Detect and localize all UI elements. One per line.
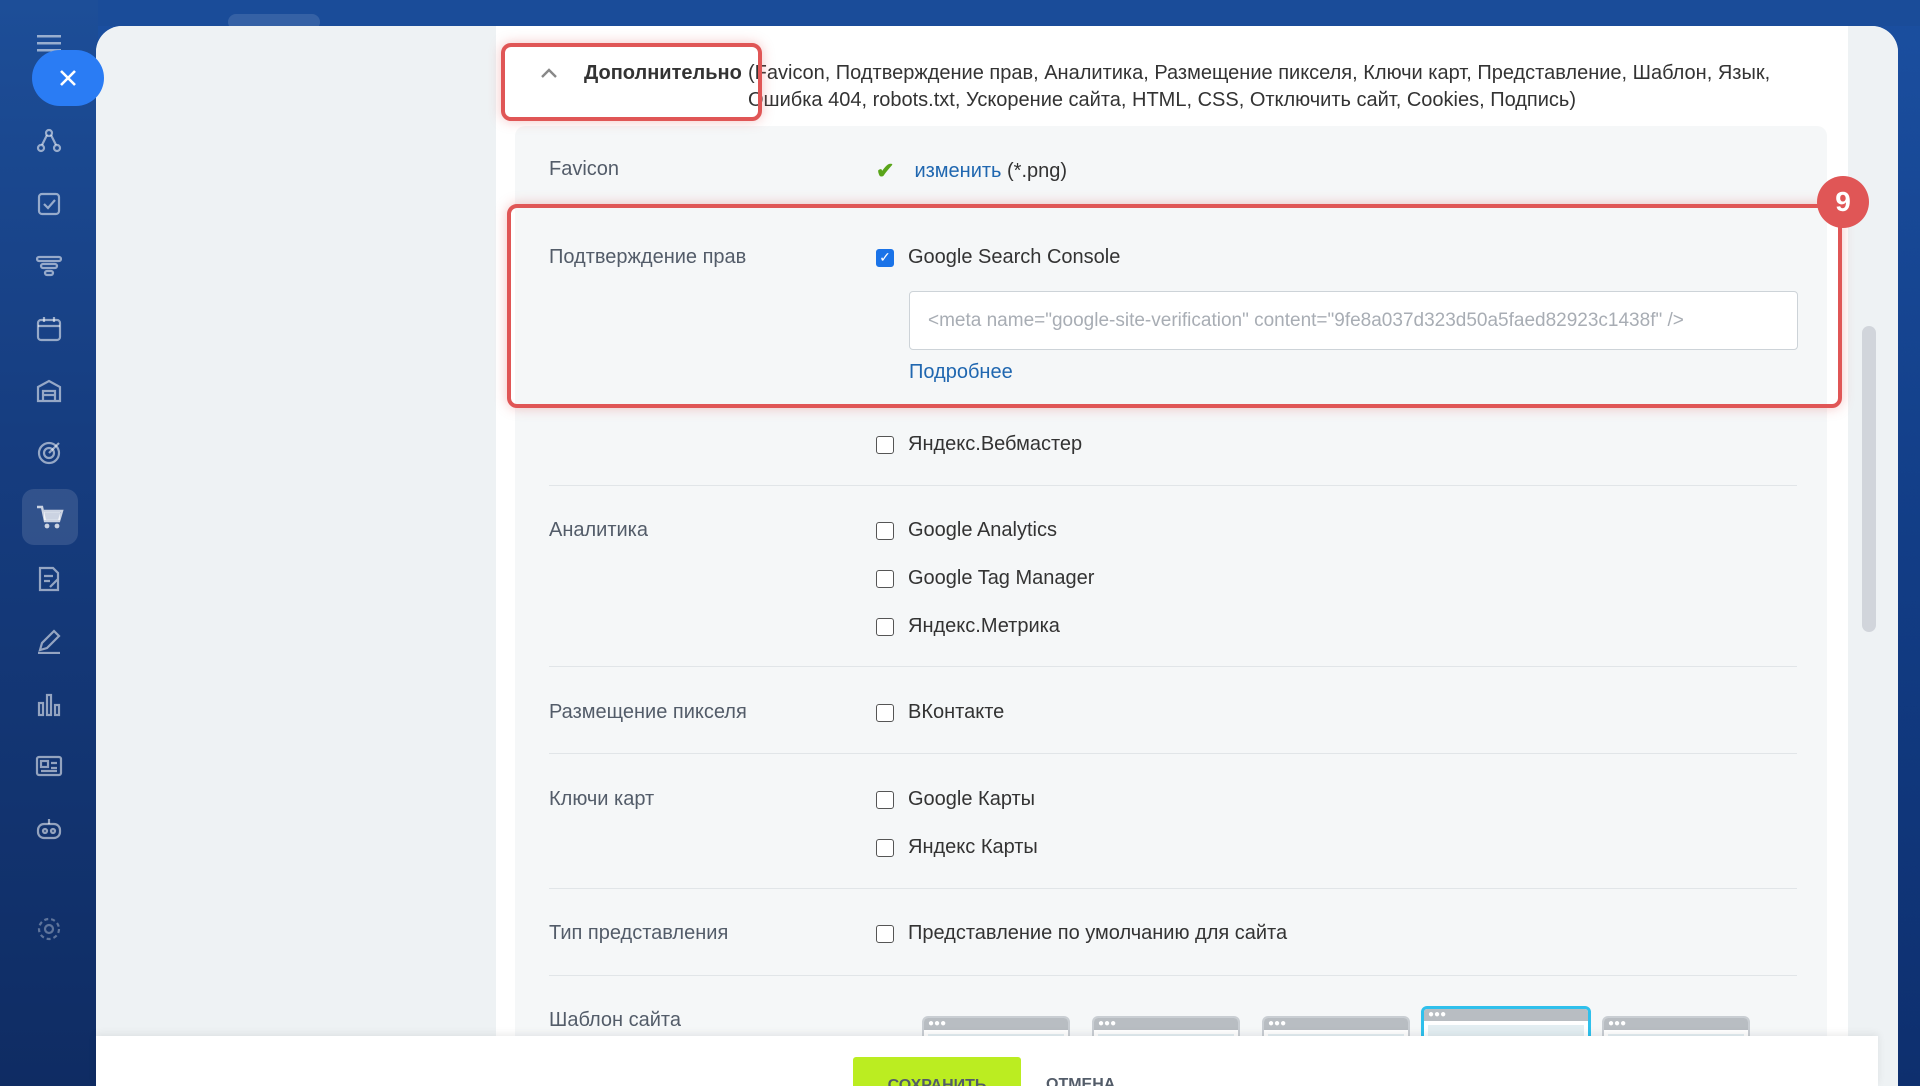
- divider: [549, 753, 1797, 754]
- check-icon: ✔: [876, 158, 895, 183]
- google-maps-checkbox[interactable]: [876, 790, 894, 809]
- google-analytics-option[interactable]: Google Analytics: [876, 519, 1057, 542]
- more-link-text[interactable]: Подробнее: [909, 361, 1013, 384]
- close-button[interactable]: [32, 50, 104, 106]
- save-button[interactable]: СОХРАНИТЬ: [853, 1057, 1021, 1086]
- funnel-icon[interactable]: [30, 247, 68, 285]
- cart-icon[interactable]: [22, 489, 78, 545]
- chart-icon[interactable]: [30, 685, 68, 723]
- step-badge: 9: [1817, 176, 1869, 228]
- divider: [549, 485, 1797, 486]
- google-tag-manager-checkbox[interactable]: [876, 569, 894, 588]
- google-maps-label: Google Карты: [908, 788, 1036, 810]
- yandex-webmaster-label: Яндекс.Вебмастер: [908, 433, 1083, 455]
- yandex-maps-checkbox[interactable]: [876, 838, 894, 857]
- vkontakte-option[interactable]: ВКонтакте: [876, 701, 1004, 724]
- favicon-change-link[interactable]: изменить: [914, 160, 1001, 183]
- highlight-box-section: [501, 43, 762, 121]
- yandex-maps-label: Яндекс Карты: [908, 836, 1038, 858]
- google-maps-option[interactable]: Google Карты: [876, 788, 1035, 811]
- google-analytics-checkbox[interactable]: [876, 521, 894, 540]
- yandex-webmaster-option[interactable]: Яндекс.Вебмастер: [876, 433, 1082, 456]
- task-icon[interactable]: [30, 185, 68, 223]
- google-search-console-checkbox[interactable]: ✓: [876, 248, 894, 267]
- google-search-console-option[interactable]: ✓ Google Search Console: [876, 246, 1120, 269]
- card-icon[interactable]: [30, 747, 68, 785]
- store-icon[interactable]: [30, 372, 68, 410]
- flow-icon[interactable]: [30, 122, 68, 160]
- yandex-metrika-option[interactable]: Яндекс.Метрика: [876, 615, 1060, 638]
- pen-icon[interactable]: [30, 622, 68, 660]
- google-tag-manager-label: Google Tag Manager: [908, 567, 1095, 589]
- maps-label: Ключи карт: [549, 788, 655, 810]
- meta-tag-input[interactable]: <meta name="google-site-verification" co…: [909, 291, 1798, 350]
- view-label: Тип представления: [549, 922, 729, 944]
- google-analytics-label: Google Analytics: [908, 519, 1057, 541]
- settings-icon[interactable]: [30, 910, 68, 948]
- default-view-checkbox[interactable]: [876, 924, 894, 943]
- section-links[interactable]: (Favicon, Подтверждение прав, Аналитика,…: [748, 60, 1788, 114]
- left-sidebar: [0, 0, 98, 1086]
- google-search-console-label: Google Search Console: [908, 246, 1121, 268]
- favicon-row: ✔ изменить (*.png): [876, 158, 1067, 184]
- doc-sign-icon[interactable]: [30, 560, 68, 598]
- pixel-label: Размещение пикселя: [549, 701, 747, 723]
- default-view-option[interactable]: Представление по умолчанию для сайта: [876, 922, 1287, 945]
- vkontakte-label: ВКонтакте: [908, 701, 1005, 723]
- google-tag-manager-option[interactable]: Google Tag Manager: [876, 567, 1094, 590]
- favicon-label: Favicon: [549, 158, 620, 180]
- target-icon[interactable]: [30, 434, 68, 472]
- scroll-thumb[interactable]: [1862, 326, 1876, 632]
- divider: [549, 888, 1797, 889]
- cancel-button[interactable]: ОТМЕНА: [1046, 1076, 1115, 1086]
- calendar-icon[interactable]: [30, 310, 68, 348]
- verification-label: Подтверждение прав: [549, 246, 747, 268]
- analytics-label: Аналитика: [549, 519, 648, 541]
- divider: [549, 666, 1797, 667]
- vkontakte-checkbox[interactable]: [876, 703, 894, 722]
- favicon-ext: (*.png): [1007, 159, 1068, 182]
- yandex-metrika-checkbox[interactable]: [876, 617, 894, 636]
- yandex-maps-option[interactable]: Яндекс Карты: [876, 836, 1038, 859]
- divider: [549, 975, 1797, 976]
- yandex-metrika-label: Яндекс.Метрика: [908, 615, 1060, 637]
- yandex-webmaster-checkbox[interactable]: [876, 435, 894, 454]
- top-strip: [98, 0, 1920, 30]
- more-link[interactable]: Подробнее: [909, 361, 1013, 384]
- template-label: Шаблон сайта: [549, 1009, 681, 1031]
- default-view-label: Представление по умолчанию для сайта: [908, 922, 1288, 944]
- robot-icon[interactable]: [30, 810, 68, 848]
